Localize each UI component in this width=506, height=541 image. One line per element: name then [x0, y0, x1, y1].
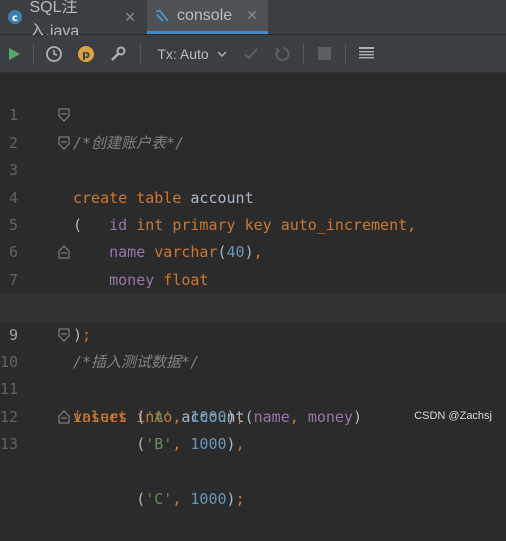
code-line: 3 ( — [0, 130, 506, 234]
fold-marker-icon[interactable] — [58, 136, 70, 150]
toolbar-separator — [33, 43, 34, 65]
svg-text:p: p — [82, 48, 90, 61]
transaction-mode-dropdown[interactable]: Tx: Auto — [152, 35, 232, 72]
tab-sql-java[interactable]: c SQL注入.java ✕ — [0, 0, 146, 40]
fold-end-marker-icon[interactable] — [58, 245, 70, 259]
toolbar-separator — [303, 43, 304, 65]
code-line: 8 — [0, 267, 506, 316]
results-table-icon[interactable] — [354, 35, 378, 72]
settings-wrench-icon[interactable] — [106, 35, 130, 72]
fold-marker-icon[interactable] — [58, 108, 70, 123]
code-line: 6 money float — [0, 212, 506, 288]
code-line: 11 values ('A', 1000), — [0, 349, 506, 425]
tx-mode-label: Tx: Auto — [157, 45, 209, 62]
tab-label: console — [177, 6, 233, 24]
database-console-icon — [153, 7, 171, 25]
rollback-icon[interactable] — [270, 35, 294, 72]
code-line: 12 ('B', 1000), — [0, 376, 506, 453]
java-class-icon: c — [6, 8, 23, 26]
tab-console[interactable]: console ✕ — [147, 0, 268, 34]
commit-check-icon[interactable] — [239, 35, 263, 72]
code-line: 5 name varchar(40), — [0, 185, 506, 261]
stop-icon[interactable] — [312, 35, 336, 72]
fold-marker-icon[interactable] — [58, 328, 70, 342]
console-toolbar: p Tx: Auto — [0, 35, 506, 73]
code-line: 10 insert into account(name, money) — [0, 322, 506, 426]
code-line-current: 9 /*插入测试数据*/ — [0, 294, 506, 371]
code-line: 7 ); — [0, 239, 506, 344]
svg-text:c: c — [12, 13, 18, 24]
code-line: 2 create table account — [0, 102, 506, 207]
toolbar-separator — [345, 43, 346, 65]
close-icon[interactable]: ✕ — [246, 7, 258, 24]
toolbar-separator — [140, 43, 141, 65]
close-icon[interactable]: ✕ — [124, 9, 136, 26]
editor-tabs: c SQL注入.java ✕ console ✕ — [0, 0, 506, 40]
code-line: 1 /*创建账户表*/ — [0, 75, 506, 151]
execute-icon[interactable] — [2, 35, 26, 72]
code-text: ('C', 1000); — [73, 490, 245, 509]
sql-editor[interactable]: 1 /*创建账户表*/ 2 create table account 3 ( 4… — [0, 73, 506, 508]
watermark: CSDN @Zachsj — [414, 410, 492, 422]
profile-p-icon[interactable]: p — [74, 35, 98, 72]
line-number: 13 — [0, 435, 19, 454]
history-icon[interactable] — [42, 35, 66, 72]
code-line: 4 id int primary key auto_increment, — [0, 157, 506, 234]
code-text: ('B', 1000), — [73, 435, 245, 454]
fold-end-marker-icon[interactable] — [58, 410, 70, 424]
chevron-down-icon — [217, 50, 227, 57]
